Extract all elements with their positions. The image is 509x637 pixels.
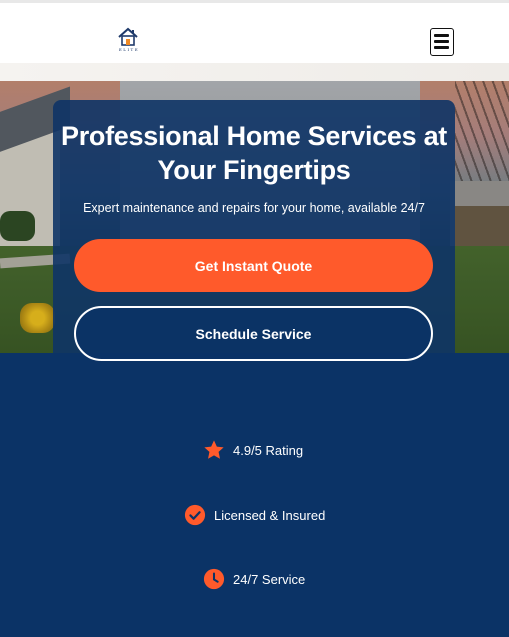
star-icon <box>204 440 224 459</box>
get-instant-quote-button[interactable]: Get Instant Quote <box>74 239 433 292</box>
menu-bar <box>434 34 449 37</box>
menu-bar <box>434 40 449 43</box>
schedule-service-button[interactable]: Schedule Service <box>74 306 433 361</box>
feature-service-hours: 24/7 Service <box>203 568 305 590</box>
features-section <box>0 353 509 637</box>
hero-subtitle: Expert maintenance and repairs for your … <box>83 201 425 215</box>
feature-label: 24/7 Service <box>233 571 306 587</box>
hero-title: Professional Home Services at Your Finge… <box>61 121 447 185</box>
hamburger-icon[interactable] <box>430 28 454 56</box>
feature-label: 4.9/5 Rating <box>233 442 304 458</box>
house-logo-icon <box>118 27 138 46</box>
feature-label: Licensed & Insured <box>214 507 326 523</box>
logo[interactable]: ELITE <box>84 18 172 66</box>
menu-bar <box>434 46 449 49</box>
feature-licensed: Licensed & Insured <box>184 504 325 526</box>
logo-wordmark: ELITE <box>118 47 140 52</box>
check-circle-icon <box>184 504 206 526</box>
clock-icon <box>203 568 225 590</box>
feature-rating: 4.9/5 Rating <box>203 439 303 461</box>
hero-top-strip <box>0 63 509 81</box>
